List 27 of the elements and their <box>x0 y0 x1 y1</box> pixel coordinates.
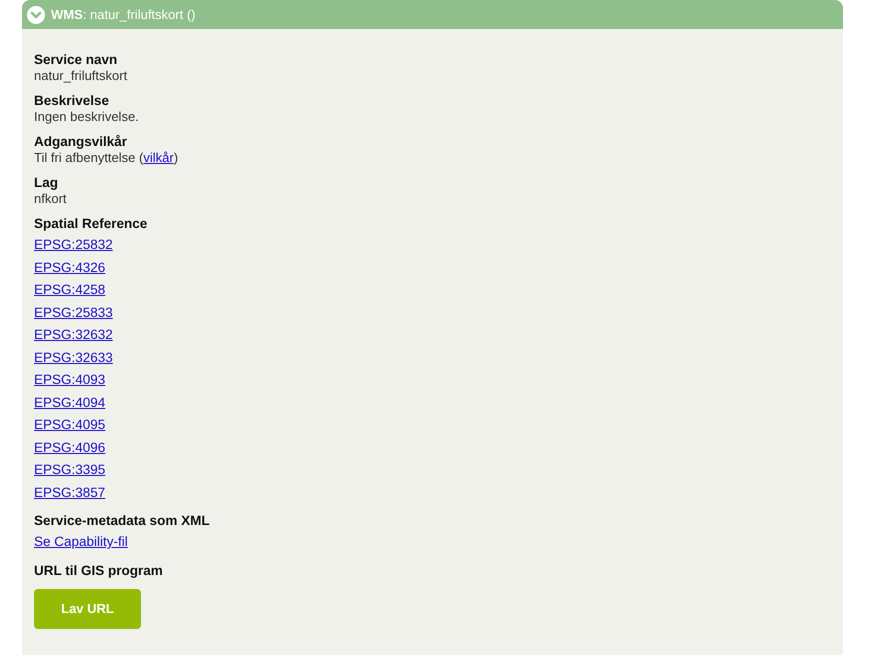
field-label: Lag <box>34 174 60 191</box>
link[interactable]: EPSG:4326 <box>34 258 106 276</box>
field-label: Adgangsvilkår <box>34 133 128 150</box>
link[interactable]: EPSG:25833 <box>34 304 113 322</box>
link[interactable]: EPSG:3395 <box>34 461 106 479</box>
link[interactable]: EPSG:4258 <box>34 281 106 299</box>
chevron-icon[interactable] <box>27 6 45 24</box>
link[interactable]: Se Capability-fil <box>34 533 128 551</box>
link[interactable]: EPSG:32632 <box>34 326 113 344</box>
link[interactable]: EPSG:4095 <box>34 416 106 434</box>
field-value: Ingen beskrivelse. <box>34 109 140 125</box>
link[interactable]: EPSG:4093 <box>34 371 106 389</box>
field-label: URL til GIS program <box>34 562 164 578</box>
link[interactable]: EPSG:4096 <box>34 438 106 456</box>
field-label: Service navn <box>34 51 118 68</box>
link[interactable]: EPSG:25832 <box>34 236 113 254</box>
field-value: nfkort <box>34 191 68 207</box>
link[interactable]: EPSG:4094 <box>34 394 106 412</box>
field-value: natur_friluftskort <box>34 68 128 84</box>
field-label: Beskrivelse <box>34 92 110 109</box>
terms-link[interactable]: vilkår <box>143 150 174 165</box>
field-label: Service-metadata som XML <box>34 512 211 529</box>
panel-title: WMS: natur_friluftskort () <box>51 7 196 22</box>
field-label: Spatial Reference <box>34 215 148 232</box>
link[interactable]: EPSG:32633 <box>34 348 113 366</box>
field-value: Til fri afbenyttelse (vilkår) <box>34 150 180 166</box>
link[interactable]: EPSG:3857 <box>34 484 106 502</box>
